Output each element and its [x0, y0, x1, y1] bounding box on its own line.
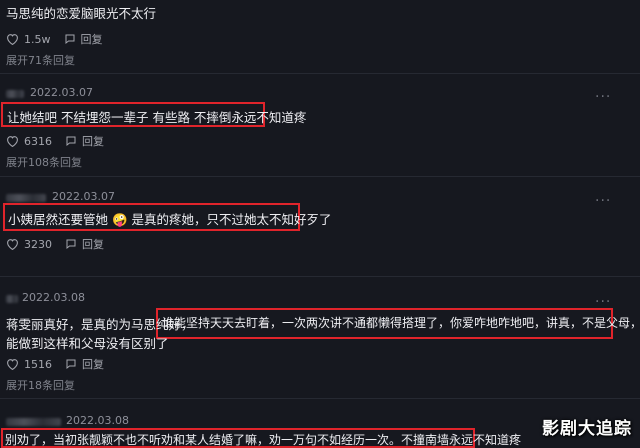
- heart-icon[interactable]: [6, 33, 19, 45]
- comment-date: 2022.03.08: [22, 291, 85, 304]
- like-count: 6316: [24, 134, 52, 148]
- reply-bubble-icon[interactable]: [64, 33, 76, 45]
- blurred-username: [6, 418, 61, 426]
- blurred-username: [6, 194, 46, 202]
- more-options-icon[interactable]: ···: [595, 89, 611, 105]
- blurred-username: [6, 295, 18, 303]
- comment-4-actions: 1516 回复: [6, 356, 104, 372]
- heart-icon[interactable]: [6, 238, 19, 250]
- comment-3-actions: 3230 回复: [6, 236, 104, 252]
- expand-replies[interactable]: 展开71条回复: [6, 52, 75, 68]
- reply-bubble-icon[interactable]: [65, 135, 77, 147]
- comment-date: 2022.03.07: [52, 190, 115, 203]
- watermark-logo: 影剧大追踪: [542, 419, 632, 439]
- more-options-icon[interactable]: ···: [595, 193, 611, 209]
- reply-bubble-icon[interactable]: [65, 238, 77, 250]
- comment-date: 2022.03.08: [66, 414, 129, 427]
- like-count: 3230: [24, 237, 52, 251]
- comment-4-text-line2: 能做到这样和父母没有区别了: [6, 336, 169, 351]
- comment-2-actions: 6316 回复: [6, 133, 104, 149]
- comment-5-text: 别劝了，当初张靓颖不也不听劝和某人结婚了嘛，劝一万句不如经历一次。不撞南墙永远不…: [5, 433, 522, 447]
- expand-replies[interactable]: 展开108条回复: [6, 154, 82, 170]
- comment-1-text: 马思纯的恋爱脑眼光不太行: [6, 6, 157, 21]
- blurred-username: [6, 90, 24, 98]
- comment-2-text: 让她结吧 不结埋怨一辈子 有些路 不摔倒永远不知道疼: [7, 110, 307, 125]
- reply-button[interactable]: 回复: [82, 356, 104, 372]
- divider: [0, 176, 640, 177]
- comment-1-actions: 1.5w 回复: [6, 31, 103, 47]
- expand-replies[interactable]: 展开18条回复: [6, 377, 75, 393]
- divider: [0, 276, 640, 277]
- reply-button[interactable]: 回复: [82, 133, 104, 149]
- heart-icon[interactable]: [6, 135, 19, 147]
- divider: [0, 398, 640, 399]
- reply-bubble-icon[interactable]: [65, 358, 77, 370]
- comment-date: 2022.03.07: [30, 86, 93, 99]
- like-count: 1.5w: [24, 32, 51, 46]
- divider: [0, 73, 640, 74]
- heart-icon[interactable]: [6, 358, 19, 370]
- reply-button[interactable]: 回复: [82, 236, 104, 252]
- comment-4-text-highlight: 谁能坚持天天去盯着，一次两次讲不通都懒得搭理了，你爱咋地咋地吧，讲真，不是父母，…: [162, 316, 640, 330]
- reply-button[interactable]: 回复: [81, 31, 103, 47]
- like-count: 1516: [24, 357, 52, 371]
- comment-3-text: 小姨居然还要管她 🤪 是真的疼她，只不过她太不知好歹了: [8, 212, 332, 227]
